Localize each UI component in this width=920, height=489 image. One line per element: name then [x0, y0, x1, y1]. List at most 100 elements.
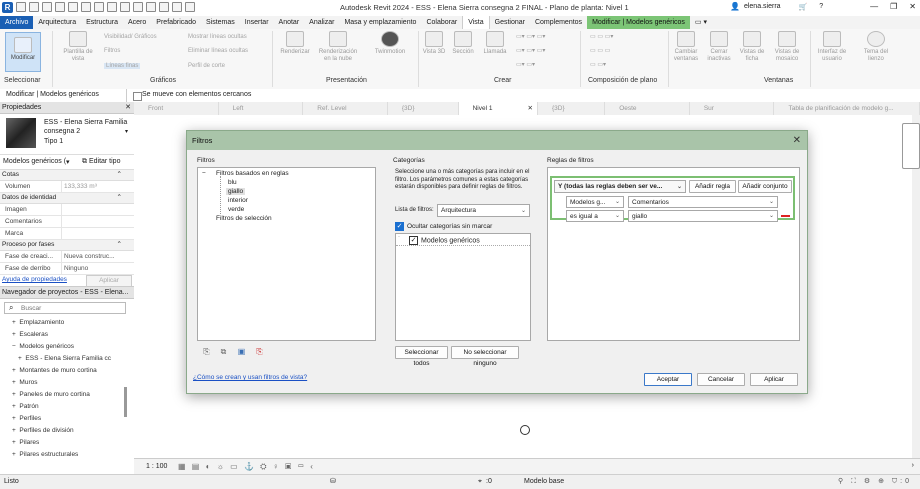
select-all-button[interactable]: Seleccionar todos: [395, 346, 448, 367]
tree-item-paneles[interactable]: + Paneles de muro cortina: [0, 389, 134, 401]
canvas-theme-button[interactable]: Tema del lienzo: [856, 31, 896, 63]
rule-category-select[interactable]: Modelos g... ⌄: [566, 196, 624, 208]
tab-gestionar[interactable]: Gestionar: [490, 16, 530, 29]
cancel-button[interactable]: Cancelar: [697, 373, 745, 386]
tab-sistemas[interactable]: Sistemas: [201, 16, 240, 29]
tile-views-button[interactable]: Vistas de ficha: [737, 31, 767, 63]
view-scale[interactable]: 1 : 100: [146, 463, 167, 470]
view-tab-3d-2[interactable]: {3D}: [538, 102, 606, 115]
tree-item-perfiles-division[interactable]: + Perfiles de división: [0, 425, 134, 437]
dimension-icon[interactable]: [107, 2, 117, 12]
close-tab-icon[interactable]: ✕: [528, 102, 533, 115]
tree-item-escaleras[interactable]: + Escaleras: [0, 329, 134, 341]
tree-item-modelos-genericos[interactable]: − Modelos genéricos: [0, 341, 134, 353]
prop-value[interactable]: Nueva construc...: [62, 251, 134, 262]
rule-parameter-select[interactable]: Comentarios ⌄: [628, 196, 778, 208]
category-row[interactable]: · ✓ Modelos genéricos: [396, 234, 530, 246]
delete-filter-icon[interactable]: ⎘: [255, 347, 264, 356]
filters-help-link[interactable]: ¿Cómo se crean y usan filtros de vista?: [193, 374, 307, 381]
maximize-icon[interactable]: ❐: [890, 2, 897, 11]
categories-list[interactable]: · ✓ Modelos genéricos: [395, 233, 531, 341]
modify-button[interactable]: Modificar: [5, 32, 41, 72]
tree-item-montantes[interactable]: + Montantes de muro cortina: [0, 365, 134, 377]
rule-value-select[interactable]: giallo ⌄: [628, 210, 778, 222]
add-rule-button[interactable]: Añadir regla: [689, 180, 736, 193]
help-icon[interactable]: ?: [819, 3, 823, 10]
filters-tree[interactable]: − Filtros basados en reglas blu giallo i…: [197, 167, 376, 341]
collapse-icon[interactable]: −: [202, 170, 206, 177]
visibility-graphics-button[interactable]: Visibilidad/ Gráficos: [104, 34, 157, 40]
prop-group-phasing[interactable]: Proceso por fases ⌃: [0, 240, 134, 251]
show-hidden-lines-button[interactable]: Mostrar líneas ocultas: [188, 34, 247, 40]
selection-filters-node[interactable]: Filtros de selección: [216, 215, 272, 222]
tree-item-emplazamiento[interactable]: + Emplazamiento: [0, 317, 134, 329]
section-icon[interactable]: [159, 2, 169, 12]
tab-masa[interactable]: Masa y emplazamiento: [339, 16, 421, 29]
hide-unchecked-checkbox[interactable]: ✓: [395, 222, 404, 231]
3d-view-button[interactable]: Vista 3D: [422, 31, 446, 56]
steering-wheel-icon[interactable]: [902, 123, 920, 169]
close-inactive-button[interactable]: Cerrar inactivas: [704, 31, 734, 63]
view-tab-nivel-1[interactable]: Nivel 1 ✕: [458, 102, 538, 115]
prop-value[interactable]: [62, 228, 134, 239]
chevron-down-icon[interactable]: ▾: [125, 128, 128, 135]
view-tab-left[interactable]: Left: [219, 102, 304, 115]
prop-value[interactable]: 133,333 m³: [62, 181, 134, 192]
filter-interior[interactable]: interior: [228, 197, 248, 204]
duplicate-filter-icon[interactable]: ⧉: [219, 347, 228, 356]
measure-icon[interactable]: [94, 2, 104, 12]
cut-profile-button[interactable]: Perfil de corte: [188, 63, 225, 69]
cart-icon[interactable]: 🛒: [799, 3, 808, 11]
filters-button[interactable]: Filtros: [104, 48, 120, 54]
close-window-icon[interactable]: ✕: [909, 2, 916, 11]
filter-blu[interactable]: blu: [228, 179, 237, 186]
tab-complementos[interactable]: Complementos: [530, 16, 587, 29]
tab-estructura[interactable]: Estructura: [81, 16, 123, 29]
tree-item-ess-familia[interactable]: + ESS - Elena Sierra Familia cc: [0, 353, 134, 365]
remove-hidden-lines-button[interactable]: Eliminar líneas ocultas: [188, 48, 248, 54]
rename-filter-icon[interactable]: ▣: [237, 347, 246, 356]
undo-icon[interactable]: [55, 2, 65, 12]
tab-colaborar[interactable]: Colaborar: [421, 16, 462, 29]
prop-group-cotas[interactable]: Cotas ⌃: [0, 170, 134, 181]
view-tab-3d[interactable]: {3D}: [388, 102, 459, 115]
tab-acero[interactable]: Acero: [123, 16, 151, 29]
section-button[interactable]: Sección: [450, 31, 476, 56]
view-tab-ref-level[interactable]: Ref. Level: [303, 102, 388, 115]
render-button[interactable]: Renderizar: [278, 31, 312, 56]
browser-scrollbar[interactable]: [124, 387, 127, 417]
view-tab-oeste[interactable]: Oeste: [605, 102, 690, 115]
model-selector[interactable]: Modelo base: [524, 478, 564, 485]
selection-options-icons[interactable]: ⚲ ⛶ ⚙ ⊕ ⛉:0: [838, 477, 912, 486]
drafting-tools-icon[interactable]: ▭▾ ▭▾ ▭▾: [516, 47, 545, 54]
render-cloud-button[interactable]: Renderización en la nube: [316, 31, 360, 63]
browser-search-box[interactable]: ⌕: [4, 302, 126, 314]
apply-properties-button[interactable]: Aplicar: [86, 275, 132, 287]
prop-value[interactable]: [62, 204, 134, 215]
thin-lines-button[interactable]: Líneas finas: [104, 63, 141, 69]
category-item[interactable]: ✓ Modelos genéricos: [409, 236, 480, 245]
tab-views-button[interactable]: Vistas de mosaico: [770, 31, 804, 63]
tree-item-perfiles[interactable]: + Perfiles: [0, 413, 134, 425]
print-icon[interactable]: [81, 2, 91, 12]
editable-only-icon[interactable]: ⌖: [478, 478, 482, 486]
close-icon[interactable]: ✕: [793, 131, 801, 150]
edit-type-button[interactable]: ⧉ Editar tipo: [82, 158, 120, 166]
tab-archivo[interactable]: Archivo: [0, 16, 34, 29]
tab-vista[interactable]: Vista: [462, 16, 490, 29]
tree-item-muros[interactable]: + Muros: [0, 377, 134, 389]
close-properties-icon[interactable]: ✕: [125, 102, 131, 113]
minimize-icon[interactable]: —: [870, 2, 878, 11]
instance-filter-select[interactable]: Modelos genéricos (: [3, 158, 66, 165]
close-windows-icon[interactable]: [185, 2, 195, 12]
new-filter-icon[interactable]: ⎘: [202, 347, 211, 356]
view-control-icons[interactable]: ▦ ▤ ◐ ☼ ▭ ⚓ ⛭ ♀ ▣ ▭ ‹: [178, 462, 315, 472]
rule-operator-select[interactable]: es igual a ⌄: [566, 210, 624, 222]
apply-button[interactable]: Aplicar: [750, 373, 798, 386]
tab-prefabricado[interactable]: Prefabricado: [151, 16, 201, 29]
sheet-icons-row1[interactable]: ▭ ▭ ▭▾: [590, 33, 613, 40]
prop-value[interactable]: Ninguno: [62, 263, 134, 274]
thin-lines-icon[interactable]: [172, 2, 182, 12]
tab-arquitectura[interactable]: Arquitectura: [33, 16, 81, 29]
chevron-down-icon[interactable]: ▾: [66, 158, 70, 166]
